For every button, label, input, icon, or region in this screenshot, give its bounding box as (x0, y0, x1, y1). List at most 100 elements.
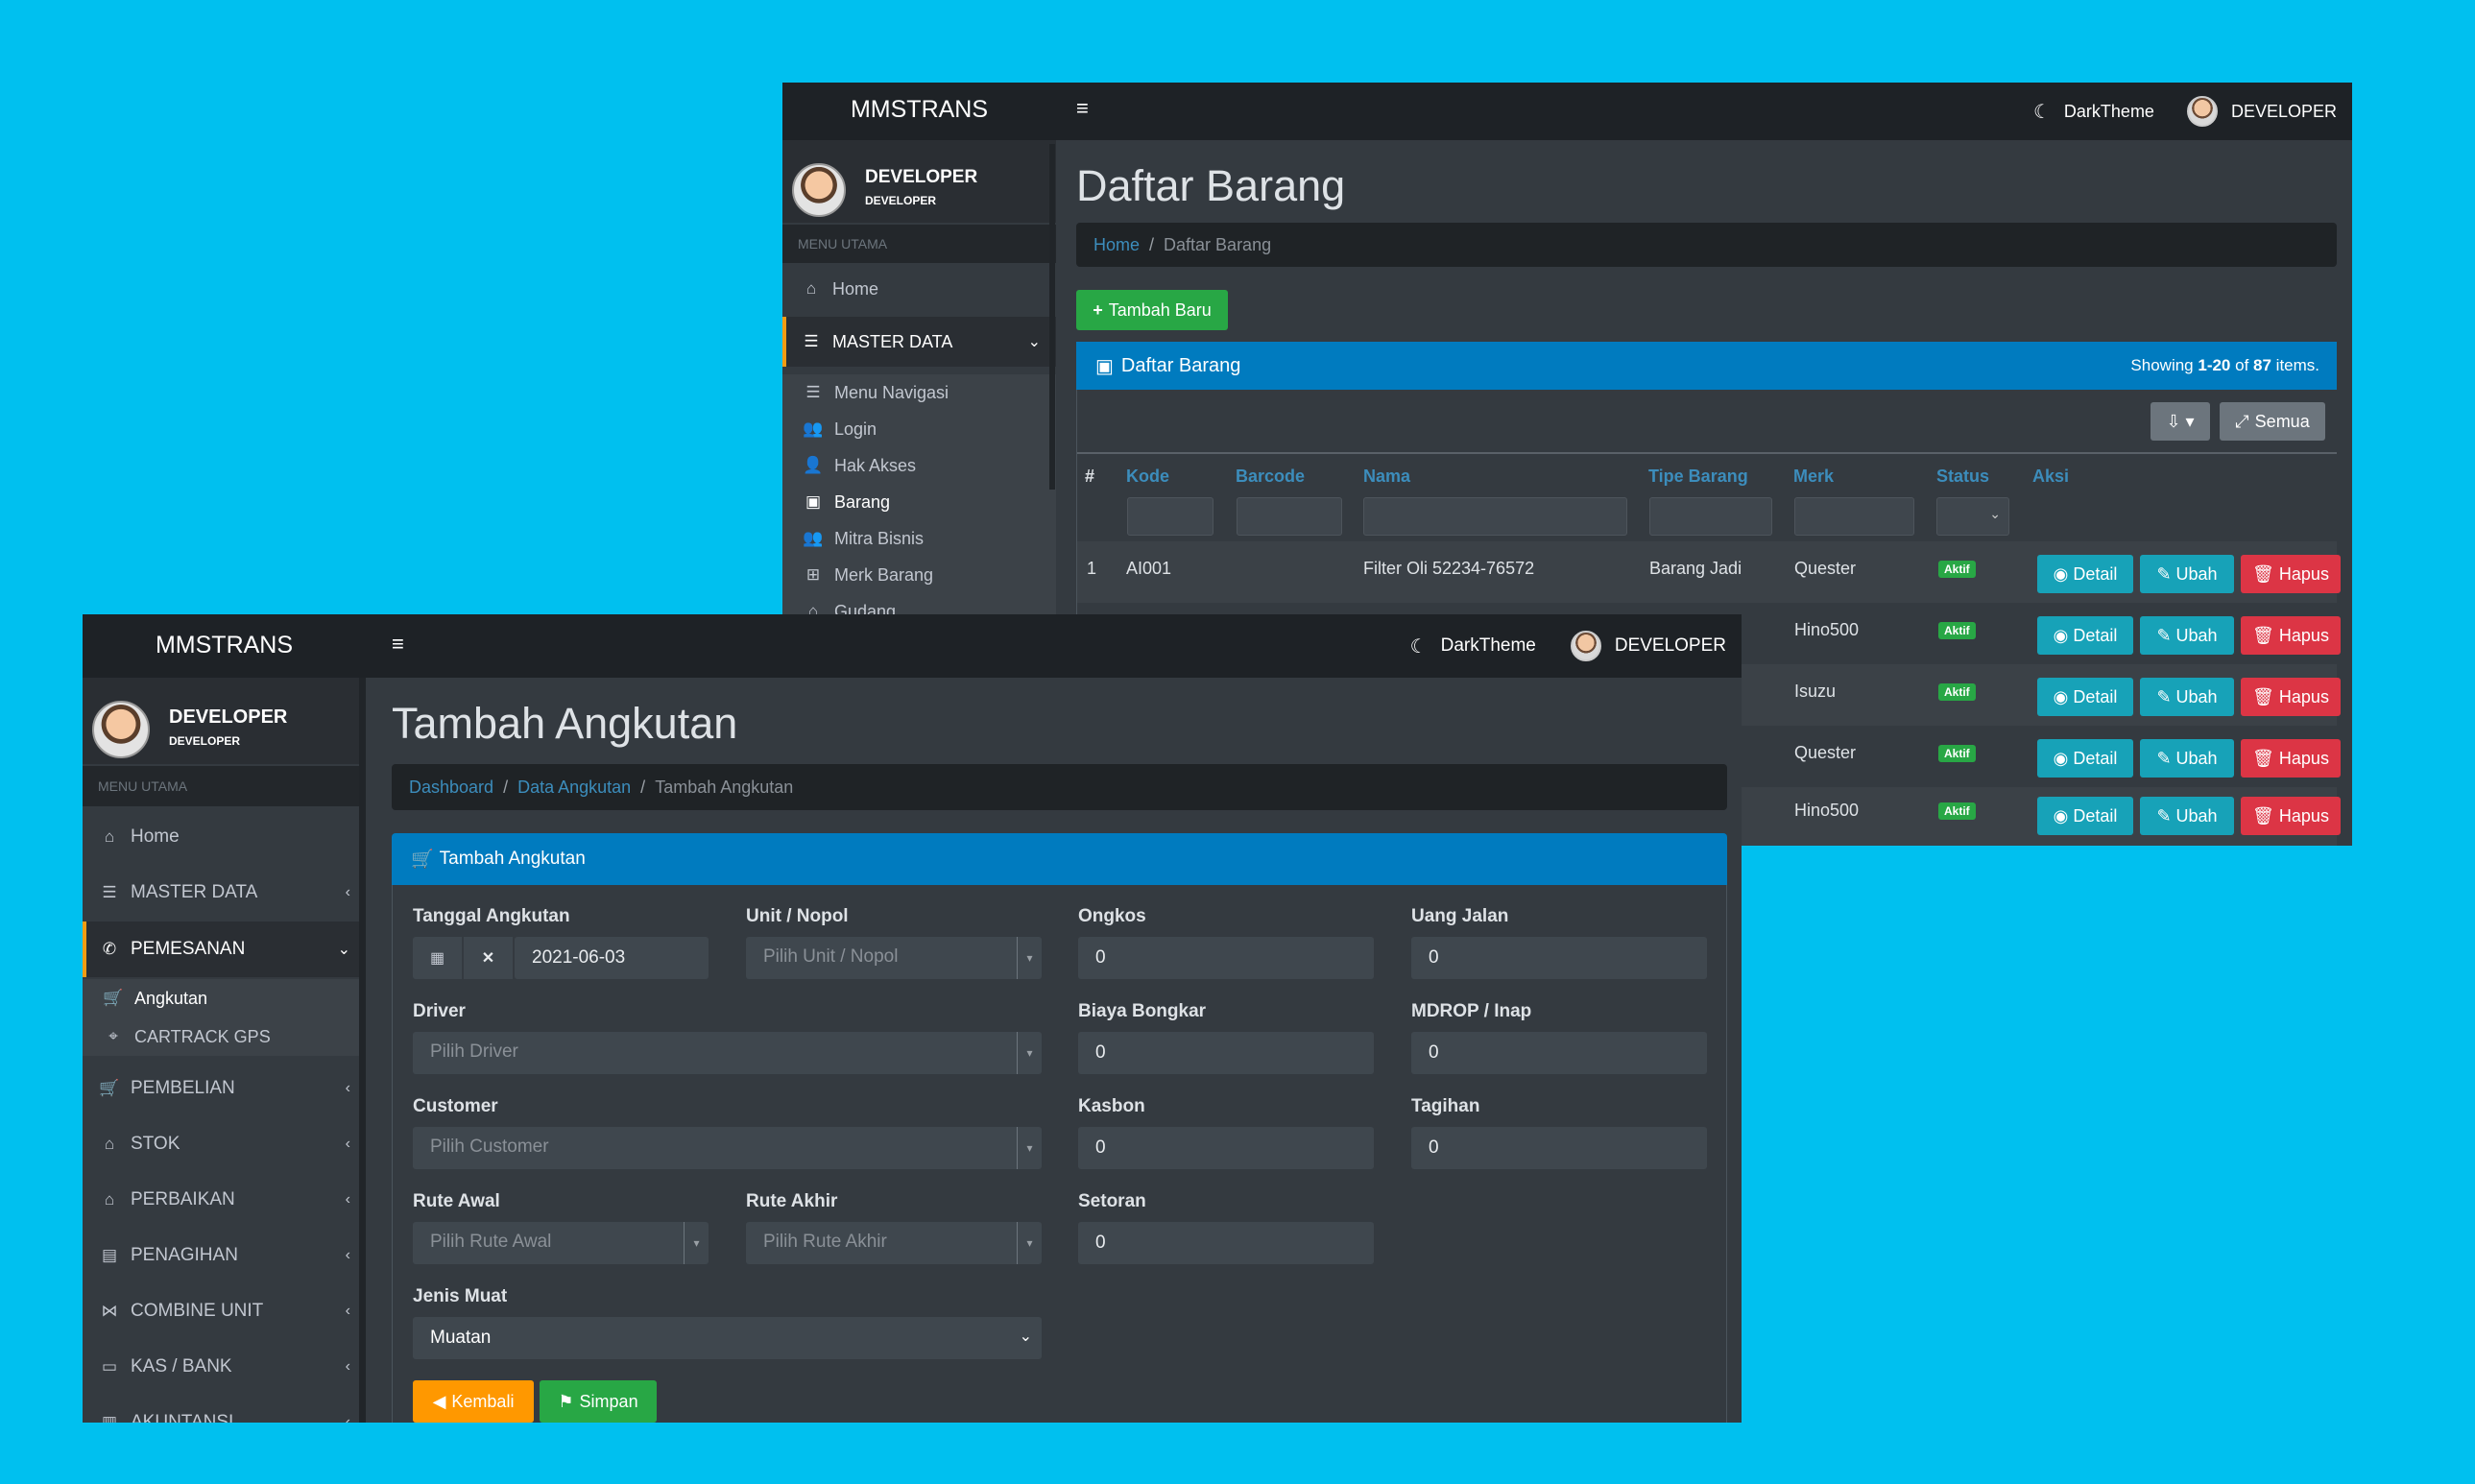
button-label: Hapus (2278, 748, 2329, 768)
ubah-button[interactable]: ✎ Ubah (2140, 739, 2234, 778)
sidebar-subitem-login[interactable]: 👥 Login (782, 411, 1056, 447)
dark-theme-toggle[interactable]: DarkTheme (2064, 102, 2154, 122)
ubah-button[interactable]: ✎ Ubah (2140, 797, 2234, 835)
detail-button[interactable]: ◉ Detail (2037, 555, 2133, 593)
driver-select[interactable]: Pilih Driver ▾ (413, 1032, 1042, 1074)
sidebar-item-pemesanan[interactable]: ✆ PEMESANAN ⌄ (83, 922, 366, 977)
breadcrumb-dashboard[interactable]: Dashboard (409, 778, 493, 798)
sidebar-subitem-menu-navigasi[interactable]: ☰ Menu Navigasi (782, 374, 1056, 411)
user-avatar[interactable] (2186, 96, 2218, 127)
user-name[interactable]: DEVELOPER (865, 167, 977, 188)
filter-kode-input[interactable] (1127, 497, 1213, 536)
col-header-merk[interactable]: Merk (1793, 467, 1834, 487)
sidebar-subitem-barang[interactable]: ▣ Barang (782, 484, 1056, 520)
brand-logo[interactable]: MMSTRANS (83, 632, 366, 659)
unit-select[interactable]: Pilih Unit / Nopol ▾ (746, 937, 1042, 979)
sidebar-item-home[interactable]: ⌂ Home (83, 812, 366, 862)
user-name[interactable]: DEVELOPER (169, 706, 287, 729)
detail-button[interactable]: ◉ Detail (2037, 797, 2133, 835)
brand-logo[interactable]: MMSTRANS (782, 96, 1056, 124)
breadcrumb-data-angkutan[interactable]: Data Angkutan (517, 778, 631, 798)
col-header-status[interactable]: Status (1936, 467, 1989, 487)
setoran-input[interactable]: 0 (1078, 1222, 1374, 1264)
detail-button[interactable]: ◉ Detail (2037, 616, 2133, 655)
ongkos-input[interactable]: 0 (1078, 937, 1374, 979)
export-button[interactable]: ⇩ ▾ (2151, 402, 2210, 441)
breadcrumb-home[interactable]: Home (1093, 235, 1140, 255)
filter-merk-input[interactable] (1794, 497, 1914, 536)
hapus-button[interactable]: 🗑 Hapus (2241, 797, 2341, 835)
sidebar-item-stok[interactable]: ⌂ STOK ‹ (83, 1119, 366, 1169)
filter-nama-input[interactable] (1363, 497, 1627, 536)
calendar-icon[interactable]: ▦ (413, 937, 463, 979)
trash-icon: 🗑 (2252, 563, 2274, 584)
col-header-nama[interactable]: Nama (1363, 467, 1410, 487)
menu-toggle-icon[interactable]: ≡ (1076, 96, 1089, 121)
semua-button[interactable]: ⤢ Semua (2220, 402, 2325, 441)
moon-icon[interactable]: ☾ (2033, 100, 2051, 124)
box-icon: ▣ (805, 492, 822, 511)
col-header-barcode[interactable]: Barcode (1236, 467, 1305, 487)
filter-tipe-input[interactable] (1649, 497, 1772, 536)
sidebar-item-label: AKUNTANSI (131, 1412, 234, 1423)
sidebar-item-master-data[interactable]: ☰ MASTER DATA ‹ (83, 868, 366, 918)
sidebar-subitem-cartrack-gps[interactable]: ⌖ CARTRACK GPS (83, 1017, 366, 1056)
rute-akhir-select[interactable]: Pilih Rute Akhir ▾ (746, 1222, 1042, 1264)
sidebar-item-pembelian[interactable]: 🛒 PEMBELIAN ‹ (83, 1064, 366, 1113)
col-header-tipe-barang[interactable]: Tipe Barang (1648, 467, 1748, 487)
user-avatar[interactable] (1570, 631, 1601, 661)
sidebar-scrollbar[interactable] (1049, 144, 1055, 490)
dark-theme-toggle[interactable]: DarkTheme (1441, 635, 1536, 657)
hapus-button[interactable]: 🗑 Hapus (2241, 555, 2341, 593)
sidebar-subitem-merk-barang[interactable]: ⊞ Merk Barang (782, 557, 1056, 593)
tanggal-input[interactable]: 2021-06-03 (515, 937, 709, 979)
ubah-button[interactable]: ✎ Ubah (2140, 678, 2234, 716)
biaya-bongkar-input[interactable]: 0 (1078, 1032, 1374, 1074)
sidebar-item-akuntansi[interactable]: ▥ AKUNTANSI ‹ (83, 1398, 366, 1423)
ubah-button[interactable]: ✎ Ubah (2140, 555, 2234, 593)
user-menu[interactable]: DEVELOPER (2231, 102, 2337, 122)
tagihan-input[interactable]: 0 (1411, 1127, 1707, 1169)
uang-jalan-label: Uang Jalan (1411, 906, 1509, 926)
detail-button[interactable]: ◉ Detail (2037, 739, 2133, 778)
sidebar-subitem-angkutan[interactable]: 🛒 Angkutan (83, 979, 366, 1017)
sidebar-scrollbar[interactable] (359, 678, 366, 1423)
hapus-button[interactable]: 🗑 Hapus (2241, 678, 2341, 716)
rute-awal-select[interactable]: Pilih Rute Awal ▾ (413, 1222, 709, 1264)
kasbon-input[interactable]: 0 (1078, 1127, 1374, 1169)
hapus-button[interactable]: 🗑 Hapus (2241, 616, 2341, 655)
clear-icon[interactable]: ✕ (464, 937, 514, 979)
moon-icon[interactable]: ☾ (1410, 634, 1428, 658)
sidebar-item-perbaikan[interactable]: ⌂ PERBAIKAN ‹ (83, 1175, 366, 1225)
sidebar-item-master-data[interactable]: ☰ MASTER DATA ⌄ (782, 317, 1056, 367)
sidebar-item-home[interactable]: ⌂ Home (782, 269, 1056, 309)
card-header: ▣ Daftar Barang Showing 1-20 of 87 items… (1076, 342, 2337, 390)
eye-icon: ◉ (2053, 563, 2069, 584)
filter-status-select[interactable]: ⌄ (1936, 497, 2009, 536)
detail-button[interactable]: ◉ Detail (2037, 678, 2133, 716)
ubah-button[interactable]: ✎ Ubah (2140, 616, 2234, 655)
chevron-down-icon: ⌄ (337, 942, 350, 958)
user-menu[interactable]: DEVELOPER (1615, 635, 1726, 657)
uang-jalan-input[interactable]: 0 (1411, 937, 1707, 979)
col-header-kode[interactable]: Kode (1126, 467, 1169, 487)
simpan-button[interactable]: ⚑ Simpan (540, 1380, 657, 1423)
sidebar-item-combine-unit[interactable]: ⋈ COMBINE UNIT ‹ (83, 1286, 366, 1336)
kembali-button[interactable]: ◀ Kembali (413, 1380, 534, 1423)
chevron-left-icon: ‹ (345, 1303, 350, 1319)
sidebar-subitem-mitra-bisnis[interactable]: 👥 Mitra Bisnis (782, 520, 1056, 557)
customer-select[interactable]: Pilih Customer ▾ (413, 1127, 1042, 1169)
hapus-button[interactable]: 🗑 Hapus (2241, 739, 2341, 778)
sidebar-item-label: Home (131, 826, 180, 847)
tambah-baru-button[interactable]: + Tambah Baru (1076, 290, 1228, 330)
sidebar-item-label: KAS / BANK (131, 1356, 232, 1376)
sidebar-subitem-hak-akses[interactable]: 👤 Hak Akses (782, 447, 1056, 484)
sidebar-item-penagihan[interactable]: ▤ PENAGIHAN ‹ (83, 1231, 366, 1281)
filter-barcode-input[interactable] (1237, 497, 1342, 536)
sidebar-item-kas-bank[interactable]: ▭ KAS / BANK ‹ (83, 1342, 366, 1392)
menu-toggle-icon[interactable]: ≡ (392, 632, 404, 657)
sidebar-item-label: PENAGIHAN (131, 1245, 238, 1265)
jenis-muat-select[interactable]: Muatan ⌄ (413, 1317, 1042, 1359)
select-placeholder: Pilih Rute Awal (430, 1232, 552, 1252)
mdrop-input[interactable]: 0 (1411, 1032, 1707, 1074)
